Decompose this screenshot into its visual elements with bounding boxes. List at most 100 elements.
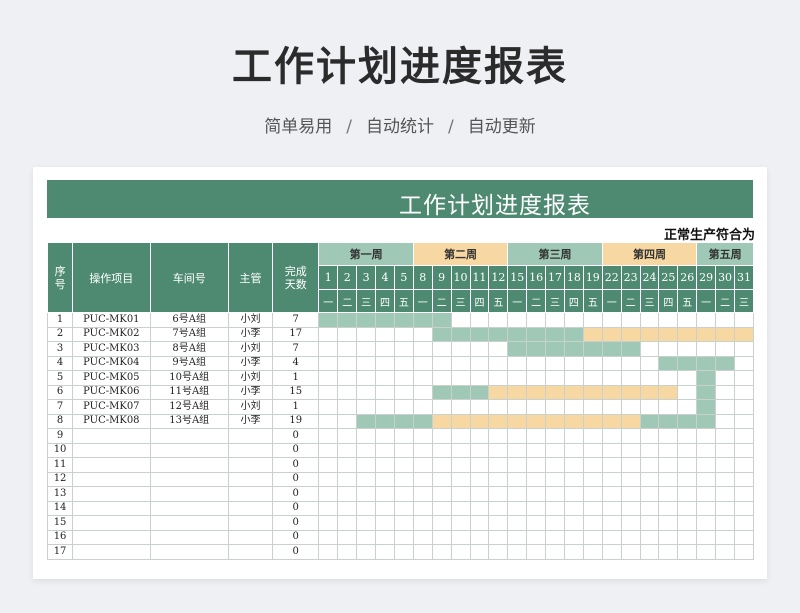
gantt-cell[interactable] (563, 399, 584, 415)
gantt-cell[interactable] (450, 544, 471, 560)
gantt-cell[interactable] (337, 355, 358, 371)
gantt-cell[interactable] (545, 384, 565, 400)
cell-no[interactable]: 8 (46, 413, 74, 429)
cell-workshop[interactable] (149, 544, 229, 560)
gantt-cell[interactable] (356, 500, 377, 516)
gantt-cell[interactable] (696, 500, 717, 516)
gantt-cell[interactable] (375, 515, 395, 531)
gantt-cell[interactable] (715, 341, 736, 357)
gantt-cell[interactable] (620, 341, 641, 357)
gantt-cell[interactable] (545, 428, 565, 444)
gantt-cell[interactable] (412, 529, 433, 545)
cell-item[interactable] (72, 500, 151, 516)
gantt-cell[interactable] (356, 384, 377, 400)
gantt-cell[interactable] (620, 471, 641, 487)
gantt-cell[interactable] (431, 326, 452, 342)
gantt-cell[interactable] (488, 544, 509, 560)
gantt-cell[interactable] (393, 326, 414, 342)
gantt-cell[interactable] (601, 355, 622, 371)
gantt-cell[interactable] (375, 471, 395, 487)
gantt-cell[interactable] (488, 486, 509, 502)
gantt-cell[interactable] (620, 486, 641, 502)
gantt-cell[interactable] (393, 384, 414, 400)
gantt-cell[interactable] (545, 486, 565, 502)
gantt-cell[interactable] (639, 457, 660, 473)
gantt-cell[interactable] (620, 370, 641, 386)
gantt-cell[interactable] (450, 399, 471, 415)
gantt-cell[interactable] (526, 413, 547, 429)
cell-manager[interactable] (227, 442, 274, 458)
gantt-cell[interactable] (412, 486, 433, 502)
cell-no[interactable]: 15 (46, 515, 74, 531)
cell-days[interactable]: 0 (272, 486, 320, 502)
gantt-cell[interactable] (734, 486, 754, 502)
gantt-cell[interactable] (393, 544, 414, 560)
cell-workshop[interactable]: 6号A组 (149, 312, 229, 328)
gantt-cell[interactable] (431, 428, 452, 444)
cell-item[interactable] (72, 529, 151, 545)
cell-no[interactable]: 11 (46, 457, 74, 473)
cell-workshop[interactable] (149, 515, 229, 531)
gantt-cell[interactable] (469, 486, 490, 502)
gantt-cell[interactable] (337, 500, 358, 516)
gantt-cell[interactable] (696, 544, 717, 560)
gantt-cell[interactable] (450, 500, 471, 516)
gantt-cell[interactable] (507, 413, 528, 429)
gantt-cell[interactable] (601, 442, 622, 458)
gantt-cell[interactable] (734, 529, 754, 545)
gantt-cell[interactable] (488, 355, 509, 371)
gantt-cell[interactable] (582, 442, 603, 458)
gantt-cell[interactable] (658, 355, 679, 371)
cell-workshop[interactable] (149, 471, 229, 487)
gantt-cell[interactable] (431, 442, 452, 458)
gantt-cell[interactable] (639, 326, 660, 342)
cell-days[interactable]: 0 (272, 457, 320, 473)
cell-no[interactable]: 10 (46, 442, 74, 458)
gantt-cell[interactable] (696, 384, 717, 400)
gantt-cell[interactable] (337, 399, 358, 415)
gantt-cell[interactable] (450, 370, 471, 386)
gantt-cell[interactable] (526, 355, 547, 371)
gantt-cell[interactable] (337, 529, 358, 545)
gantt-cell[interactable] (677, 471, 698, 487)
gantt-cell[interactable] (658, 341, 679, 357)
gantt-cell[interactable] (450, 312, 471, 328)
gantt-cell[interactable] (431, 312, 452, 328)
cell-days[interactable]: 0 (272, 544, 320, 560)
gantt-cell[interactable] (431, 355, 452, 371)
gantt-cell[interactable] (318, 355, 339, 371)
gantt-cell[interactable] (526, 515, 547, 531)
gantt-cell[interactable] (356, 370, 377, 386)
gantt-cell[interactable] (715, 442, 736, 458)
gantt-cell[interactable] (658, 326, 679, 342)
gantt-cell[interactable] (469, 544, 490, 560)
gantt-cell[interactable] (488, 312, 509, 328)
gantt-cell[interactable] (715, 471, 736, 487)
gantt-cell[interactable] (639, 529, 660, 545)
gantt-cell[interactable] (620, 442, 641, 458)
gantt-cell[interactable] (356, 413, 377, 429)
gantt-cell[interactable] (658, 457, 679, 473)
gantt-cell[interactable] (526, 341, 547, 357)
gantt-cell[interactable] (356, 544, 377, 560)
gantt-cell[interactable] (375, 529, 395, 545)
gantt-cell[interactable] (639, 355, 660, 371)
gantt-cell[interactable] (375, 457, 395, 473)
gantt-cell[interactable] (639, 428, 660, 444)
gantt-cell[interactable] (412, 544, 433, 560)
gantt-cell[interactable] (469, 341, 490, 357)
gantt-cell[interactable] (450, 471, 471, 487)
cell-item[interactable]: PUC-MK04 (72, 355, 151, 371)
gantt-cell[interactable] (393, 370, 414, 386)
gantt-cell[interactable] (318, 413, 339, 429)
gantt-cell[interactable] (507, 312, 528, 328)
gantt-cell[interactable] (488, 341, 509, 357)
gantt-cell[interactable] (375, 355, 395, 371)
gantt-cell[interactable] (507, 341, 528, 357)
gantt-cell[interactable] (431, 515, 452, 531)
gantt-cell[interactable] (696, 312, 717, 328)
gantt-cell[interactable] (356, 355, 377, 371)
gantt-cell[interactable] (412, 341, 433, 357)
gantt-cell[interactable] (696, 399, 717, 415)
gantt-cell[interactable] (526, 384, 547, 400)
